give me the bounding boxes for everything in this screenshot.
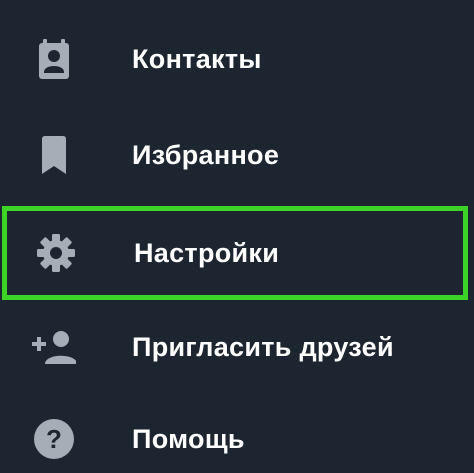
- menu-item-label: Помощь: [132, 423, 245, 454]
- help-icon: ?: [32, 417, 76, 461]
- menu-item-label: Настройки: [134, 237, 280, 268]
- menu-item-favorites[interactable]: Избранное: [0, 108, 474, 202]
- contacts-icon: [32, 37, 76, 81]
- settings-gear-icon: [34, 231, 78, 275]
- menu-item-invite-friends[interactable]: Пригласить друзей: [0, 300, 474, 394]
- menu-item-label: Контакты: [132, 43, 262, 74]
- navigation-menu: Контакты Избранное Настройки Пригласить …: [0, 0, 474, 473]
- menu-item-label: Избранное: [132, 139, 280, 170]
- menu-item-contacts[interactable]: Контакты: [0, 12, 474, 106]
- menu-item-help[interactable]: ? Помощь: [0, 392, 474, 473]
- menu-item-label: Пригласить друзей: [132, 331, 394, 362]
- bookmark-icon: [32, 133, 76, 177]
- menu-item-settings[interactable]: Настройки: [2, 206, 468, 300]
- svg-text:?: ?: [46, 424, 62, 454]
- add-person-icon: [32, 325, 76, 369]
